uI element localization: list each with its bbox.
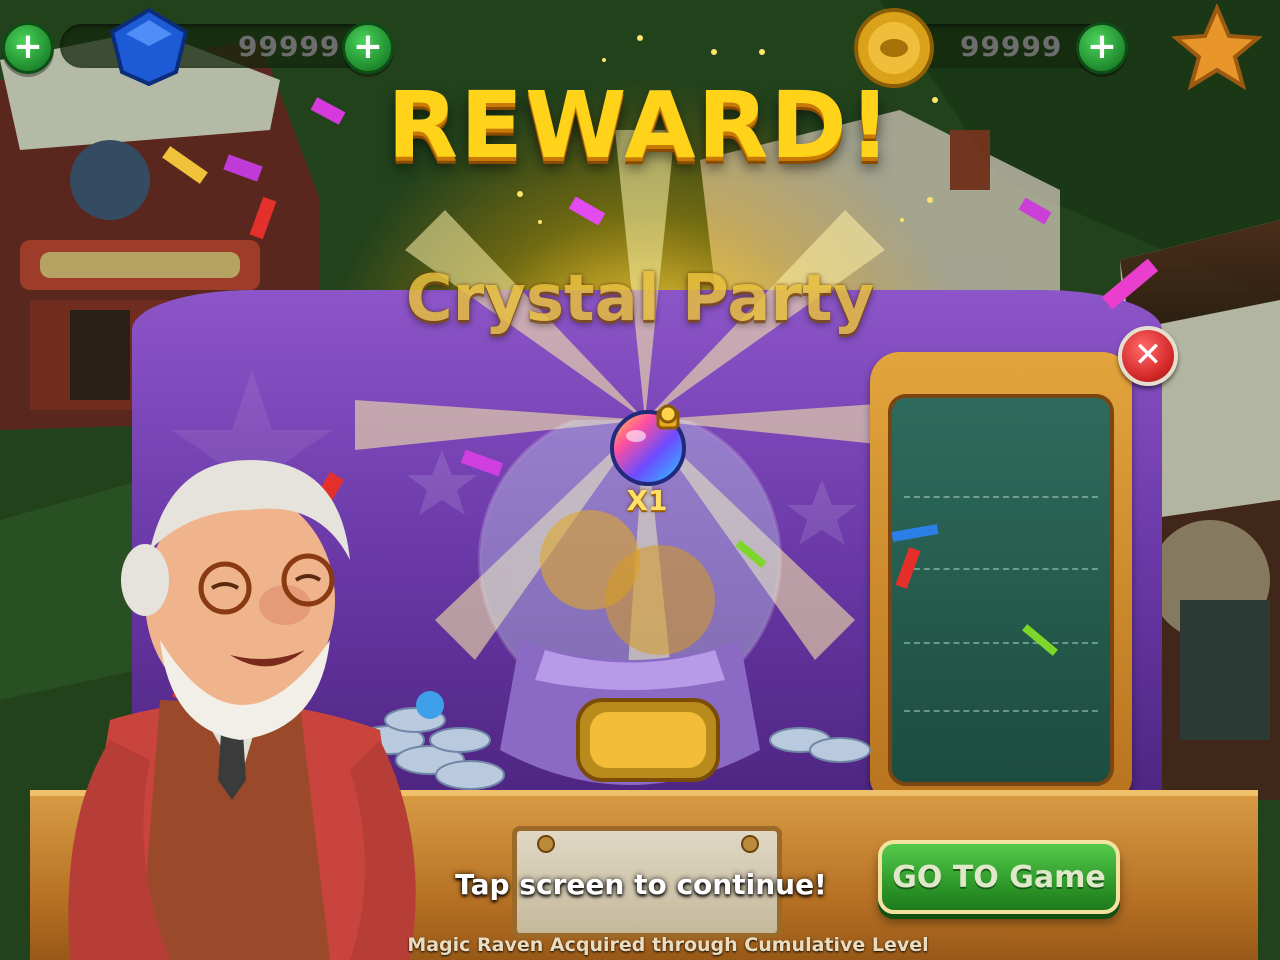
footer-caption: Magic Raven Acquired through Cumulative … — [407, 934, 929, 956]
close-button[interactable]: ✕ — [1118, 326, 1178, 386]
add-button[interactable]: + — [2, 22, 54, 74]
gem-count: 99999 — [238, 30, 341, 63]
buy-gems-button[interactable]: + — [342, 22, 394, 74]
reward-title: REWARD! — [387, 72, 893, 179]
coin-count: 99999 — [960, 30, 1063, 63]
reward-screen[interactable]: X1 + 99999 + 99999 + REWARD! Crystal Par… — [0, 0, 1280, 960]
tap-to-continue-hint: Tap screen to continue! — [455, 868, 827, 901]
buy-coins-button[interactable]: + — [1076, 22, 1128, 74]
event-title: Crystal Party — [405, 262, 875, 336]
